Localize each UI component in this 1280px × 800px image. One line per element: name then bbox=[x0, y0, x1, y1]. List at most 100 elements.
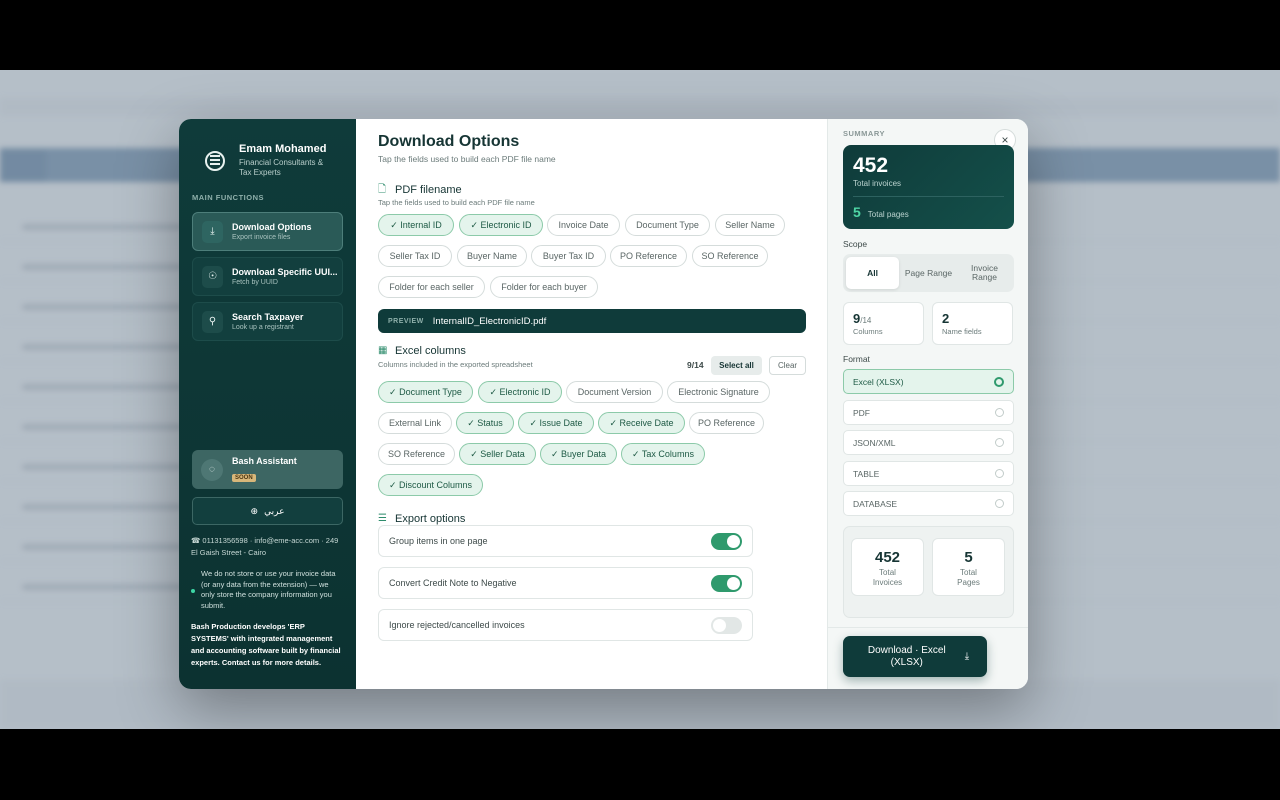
main-functions-label: MAIN FUNCTIONS bbox=[192, 193, 264, 202]
scope-all[interactable]: All bbox=[846, 257, 899, 289]
page-title: Download Options bbox=[378, 133, 520, 150]
total-pages-row: 5 Total pages bbox=[853, 204, 1004, 220]
excel-chip-electronic-signature[interactable]: Electronic Signature bbox=[667, 381, 770, 403]
summary-label: SUMMARY bbox=[843, 129, 885, 138]
globe-icon: ⊕ bbox=[250, 505, 259, 516]
excel-chip-issue-date[interactable]: ✓ Issue Date bbox=[518, 412, 594, 434]
radio-icon bbox=[995, 438, 1004, 447]
pdf-chip-po-reference[interactable]: PO Reference bbox=[610, 245, 687, 267]
option-group-items: Group items in one page bbox=[378, 525, 753, 557]
excel-chip-seller-data[interactable]: ✓ Seller Data bbox=[459, 443, 536, 465]
name-fields-stat: 2 Name fields bbox=[932, 302, 1013, 345]
convert-credit-note-toggle[interactable] bbox=[711, 574, 742, 592]
download-button[interactable]: Download · Excel (XLSX) ⤓ bbox=[843, 636, 987, 677]
scope-label: Scope bbox=[843, 239, 868, 249]
total-pages-label: Total pages bbox=[867, 210, 909, 219]
language-button[interactable]: ⊕ عربي bbox=[192, 497, 343, 525]
privacy-notice-text: We do not store or use your invoice data… bbox=[201, 569, 336, 610]
columns-stat-label: Columns bbox=[853, 327, 883, 336]
radio-icon bbox=[995, 469, 1004, 478]
excel-columns-title: Excel columns bbox=[395, 345, 466, 357]
excel-chip-buyer-data[interactable]: ✓ Buyer Data bbox=[540, 443, 617, 465]
sidebar-item-title: Search Taxpayer bbox=[232, 312, 304, 322]
pdf-chip-invoice-date[interactable]: Invoice Date bbox=[547, 214, 620, 236]
chat-bubble-icon: ◌ bbox=[201, 458, 223, 481]
scope-invoice-range[interactable]: Invoice Range bbox=[958, 257, 1011, 289]
option-label: Group items in one page bbox=[389, 536, 488, 546]
tile-label: Total Invoices bbox=[872, 568, 903, 587]
format-label: Format bbox=[843, 354, 870, 364]
pdf-chip-electronic-id[interactable]: ✓ Electronic ID bbox=[459, 214, 543, 236]
format-option-json-xml[interactable]: JSON/XML bbox=[843, 430, 1014, 455]
brand-logo-icon bbox=[205, 151, 225, 171]
bash-assistant-button[interactable]: ◌ Bash Assistant SOON bbox=[192, 450, 343, 489]
summary-panel: SUMMARY × 452 Total invoices 5 Total pag… bbox=[827, 119, 1028, 689]
pdf-chip-document-type[interactable]: Document Type bbox=[625, 214, 710, 236]
excel-chip-document-type[interactable]: ✓ Document Type bbox=[378, 381, 473, 403]
screen: Emam Mohamed Financial Consultants & Tax… bbox=[0, 70, 1280, 729]
scope-page-range[interactable]: Page Range bbox=[902, 257, 955, 289]
pdf-chip-internal-id[interactable]: ✓ Internal ID bbox=[378, 214, 454, 236]
excel-chip-po-reference[interactable]: PO Reference bbox=[689, 412, 764, 434]
summary-card: 452 Total invoices 5 Total pages bbox=[843, 145, 1014, 229]
excel-columns-subtitle: Columns included in the exported spreads… bbox=[378, 360, 533, 369]
pdf-chip-seller-name[interactable]: Seller Name bbox=[715, 214, 785, 236]
format-option-pdf[interactable]: PDF bbox=[843, 400, 1014, 425]
sidebar-item-search-taxpayer[interactable]: ⚲ Search Taxpayer Look up a registrant bbox=[192, 302, 343, 341]
assistant-title: Bash Assistant bbox=[232, 455, 297, 466]
option-label: Convert Credit Note to Negative bbox=[389, 578, 517, 588]
pdf-chip-so-reference[interactable]: SO Reference bbox=[692, 245, 768, 267]
pdf-filename-title: PDF filename bbox=[395, 184, 462, 196]
fingerprint-icon: ☉ bbox=[202, 265, 223, 288]
sidebar-item-download-uuid[interactable]: ☉ Download Specific UUI... Fetch by UUID bbox=[192, 257, 343, 296]
tile-value: 452 bbox=[874, 549, 901, 566]
pdf-chip-seller-tax-id[interactable]: Seller Tax ID bbox=[378, 245, 452, 267]
group-items-toggle[interactable] bbox=[711, 532, 742, 550]
pdf-chip-folder-buyer[interactable]: Folder for each buyer bbox=[490, 276, 598, 298]
excel-chip-so-reference[interactable]: SO Reference bbox=[378, 443, 455, 465]
format-option-database[interactable]: DATABASE bbox=[843, 491, 1014, 516]
brand-name: Emam Mohamed bbox=[239, 143, 327, 155]
total-invoices-value: 452 bbox=[853, 154, 889, 177]
clear-button[interactable]: Clear bbox=[769, 356, 806, 375]
excel-chip-status[interactable]: ✓ Status bbox=[456, 412, 514, 434]
export-options-heading: ☰ Export options bbox=[378, 513, 465, 525]
filename-preview: PREVIEW InternalID_ElectronicID.pdf bbox=[378, 309, 806, 333]
pdf-chip-buyer-name[interactable]: Buyer Name bbox=[457, 245, 527, 267]
download-icon: ⤓ bbox=[202, 220, 223, 243]
format-option-table[interactable]: TABLE bbox=[843, 461, 1014, 486]
summary-divider bbox=[853, 196, 1004, 197]
total-pages-tile: 5 Total Pages bbox=[932, 538, 1005, 596]
excel-chip-external-link[interactable]: External Link bbox=[378, 412, 452, 434]
privacy-notice: We do not store or use your invoice data… bbox=[191, 569, 344, 611]
preview-value: InternalID_ElectronicID.pdf bbox=[432, 315, 547, 327]
format-option-xlsx[interactable]: Excel (XLSX) bbox=[843, 369, 1014, 394]
language-label: عربي bbox=[264, 505, 285, 516]
select-all-button[interactable]: Select all bbox=[711, 356, 762, 375]
table-icon: ▦ bbox=[378, 345, 388, 356]
excel-chip-receive-date[interactable]: ✓ Receive Date bbox=[598, 412, 685, 434]
columns-stat: 9/14 Columns bbox=[843, 302, 924, 345]
sidebar-item-download-options[interactable]: ⤓ Download Options Export invoice files bbox=[192, 212, 343, 251]
soon-badge: SOON bbox=[232, 473, 256, 482]
totals-box: 452 Total Invoices 5 Total Pages bbox=[843, 526, 1014, 618]
format-option-label: JSON/XML bbox=[853, 437, 896, 448]
download-arrow-icon: ⤓ bbox=[964, 651, 970, 662]
excel-column-count: 9/14 bbox=[687, 360, 704, 370]
pdf-chip-buyer-tax-id[interactable]: Buyer Tax ID bbox=[531, 245, 606, 267]
ignore-rejected-toggle[interactable] bbox=[711, 616, 742, 634]
excel-chip-electronic-id[interactable]: ✓ Electronic ID bbox=[478, 381, 562, 403]
page-subtitle: Tap the fields used to build each PDF fi… bbox=[378, 154, 556, 164]
excel-chip-document-version[interactable]: Document Version bbox=[566, 381, 663, 403]
pdf-chip-folder-seller[interactable]: Folder for each seller bbox=[378, 276, 485, 298]
name-fields-value: 2 bbox=[942, 311, 950, 326]
download-options-modal: Emam Mohamed Financial Consultants & Tax… bbox=[179, 119, 1028, 689]
excel-chip-discount-columns[interactable]: ✓ Discount Columns bbox=[378, 474, 483, 496]
total-invoices-label: Total invoices bbox=[853, 179, 902, 188]
excel-chip-tax-columns[interactable]: ✓ Tax Columns bbox=[621, 443, 705, 465]
option-convert-credit-note: Convert Credit Note to Negative bbox=[378, 567, 753, 599]
pdf-filename-heading: 🗋 PDF filename bbox=[378, 184, 462, 196]
sidebar: Emam Mohamed Financial Consultants & Tax… bbox=[179, 119, 356, 689]
export-options-title: Export options bbox=[395, 513, 466, 525]
total-pages-value: 5 bbox=[853, 204, 861, 220]
